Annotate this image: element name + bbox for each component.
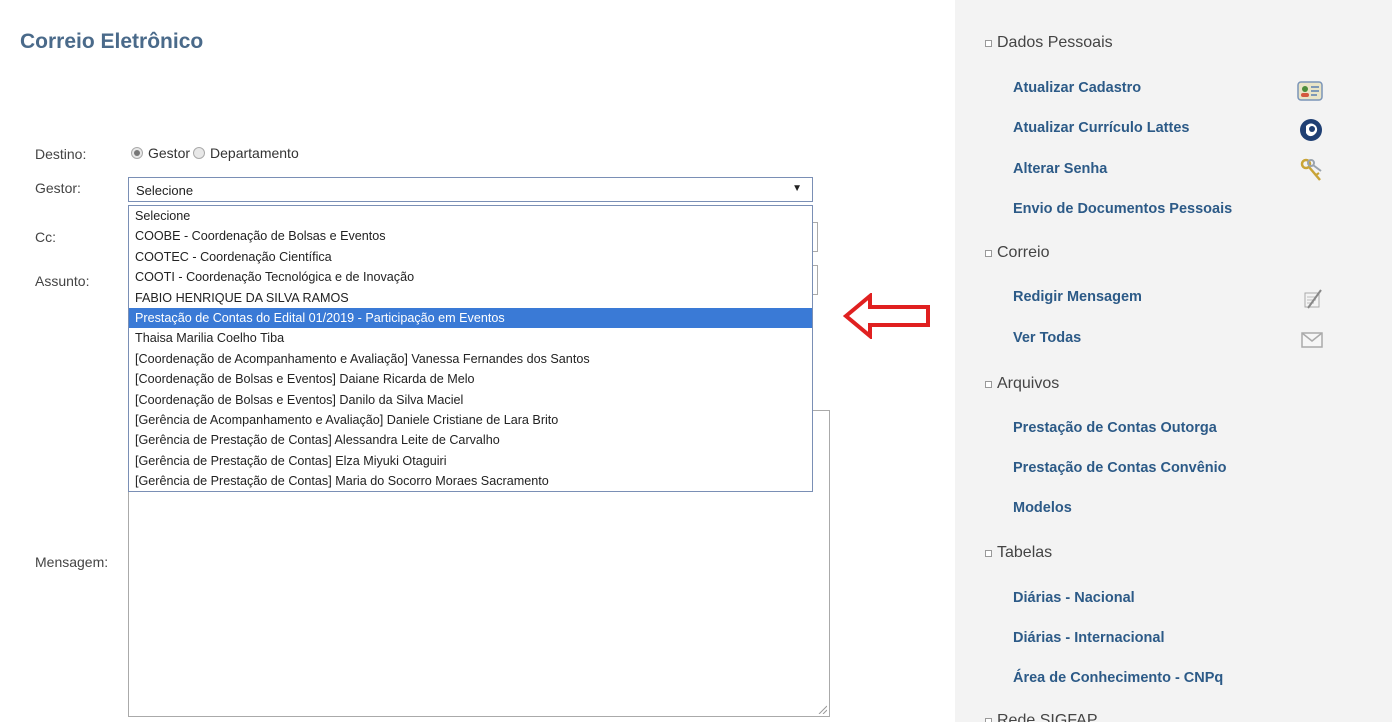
link-alterar-senha[interactable]: Alterar Senha bbox=[1013, 161, 1107, 177]
gestor-select[interactable]: Selecione ▼ bbox=[128, 177, 813, 202]
section-title: Tabelas bbox=[997, 544, 1053, 561]
section-dados-pessoais: Dados Pessoais bbox=[985, 34, 1113, 52]
radio-departamento[interactable] bbox=[193, 147, 206, 159]
section-bullet-icon bbox=[985, 249, 992, 257]
link-modelos[interactable]: Modelos bbox=[1013, 500, 1072, 516]
section-title: Dados Pessoais bbox=[997, 34, 1113, 51]
dropdown-option[interactable]: COOBE - Coordenação de Bolsas e Eventos bbox=[129, 226, 812, 246]
section-title: Rede SIGFAP bbox=[997, 712, 1098, 722]
dropdown-option[interactable]: [Coordenação de Bolsas e Eventos] Daiane… bbox=[129, 369, 812, 389]
dropdown-option[interactable]: [Gerência de Prestação de Contas] Maria … bbox=[129, 471, 812, 491]
assunto-label: Assunto: bbox=[35, 273, 90, 289]
radio-gestor[interactable] bbox=[131, 147, 143, 159]
section-bullet-icon bbox=[985, 39, 992, 47]
section-tabelas: Tabelas bbox=[985, 544, 1052, 562]
dropdown-option[interactable]: FABIO HENRIQUE DA SILVA RAMOS bbox=[129, 288, 812, 308]
link-area-conhecimento-cnpq[interactable]: Área de Conhecimento - CNPq bbox=[1013, 670, 1223, 686]
link-atualizar-curriculo-lattes[interactable]: Atualizar Currículo Lattes bbox=[1013, 120, 1189, 136]
section-rede-sigfap: Rede SIGFAP bbox=[985, 712, 1098, 722]
section-title: Arquivos bbox=[997, 375, 1060, 392]
dropdown-option[interactable]: [Gerência de Prestação de Contas] Alessa… bbox=[129, 430, 812, 450]
link-redigir-mensagem[interactable]: Redigir Mensagem bbox=[1013, 289, 1142, 305]
dropdown-option[interactable]: Thaisa Marilia Coelho Tiba bbox=[129, 328, 812, 348]
red-arrow-annotation-icon bbox=[843, 293, 930, 339]
section-bullet-icon bbox=[985, 549, 992, 557]
gestor-dropdown-list: Selecione COOBE - Coordenação de Bolsas e… bbox=[128, 205, 813, 492]
section-arquivos: Arquivos bbox=[985, 375, 1059, 393]
gestor-select-value: Selecione bbox=[136, 183, 194, 198]
dropdown-option[interactable]: [Coordenação de Acompanhamento e Avaliaç… bbox=[129, 349, 812, 369]
dropdown-option[interactable]: [Coordenação de Bolsas e Eventos] Danilo… bbox=[129, 390, 812, 410]
link-prestacao-contas-outorga[interactable]: Prestação de Contas Outorga bbox=[1013, 420, 1217, 436]
link-atualizar-cadastro[interactable]: Atualizar Cadastro bbox=[1013, 80, 1141, 96]
dropdown-option[interactable]: [Gerência de Acompanhamento e Avaliação]… bbox=[129, 410, 812, 430]
envelope-icon bbox=[1301, 332, 1323, 348]
radio-gestor-label: Gestor bbox=[148, 145, 191, 161]
cc-label: Cc: bbox=[35, 229, 56, 245]
lattes-icon bbox=[1300, 119, 1322, 141]
main-content: Correio Eletrônico Destino: Gestor Depar… bbox=[0, 0, 955, 722]
link-diarias-nacional[interactable]: Diárias - Nacional bbox=[1013, 590, 1135, 606]
link-ver-todas[interactable]: Ver Todas bbox=[1013, 330, 1081, 346]
destino-label: Destino: bbox=[35, 146, 87, 162]
gestor-label: Gestor: bbox=[35, 180, 81, 196]
link-diarias-internacional[interactable]: Diárias - Internacional bbox=[1013, 630, 1165, 646]
dropdown-arrow-icon: ▼ bbox=[792, 183, 802, 194]
radio-departamento-label: Departamento bbox=[210, 145, 299, 161]
mensagem-label: Mensagem: bbox=[35, 554, 109, 570]
destino-radio-group: Gestor Departamento bbox=[131, 145, 299, 161]
dropdown-option[interactable]: [Gerência de Prestação de Contas] Elza M… bbox=[129, 451, 812, 471]
section-bullet-icon bbox=[985, 717, 992, 722]
compose-icon bbox=[1304, 289, 1322, 309]
sidebar: Dados Pessoais Atualizar Cadastro Atuali… bbox=[955, 0, 1392, 722]
link-envio-documentos-pessoais[interactable]: Envio de Documentos Pessoais bbox=[1013, 201, 1232, 217]
page-title: Correio Eletrônico bbox=[20, 30, 204, 53]
section-bullet-icon bbox=[985, 380, 992, 388]
dropdown-option[interactable]: Selecione bbox=[129, 206, 812, 226]
section-correio: Correio bbox=[985, 244, 1049, 262]
section-title: Correio bbox=[997, 244, 1050, 261]
resize-handle-icon[interactable] bbox=[817, 704, 827, 714]
link-prestacao-contas-convenio[interactable]: Prestação de Contas Convênio bbox=[1013, 460, 1227, 476]
keys-icon bbox=[1300, 158, 1322, 181]
id-card-icon bbox=[1297, 81, 1323, 101]
dropdown-option[interactable]: COOTEC - Coordenação Científica bbox=[129, 247, 812, 267]
dropdown-option[interactable]: COOTI - Coordenação Tecnológica e de Ino… bbox=[129, 267, 812, 287]
dropdown-option[interactable]: Prestação de Contas do Edital 01/2019 - … bbox=[129, 307, 812, 329]
